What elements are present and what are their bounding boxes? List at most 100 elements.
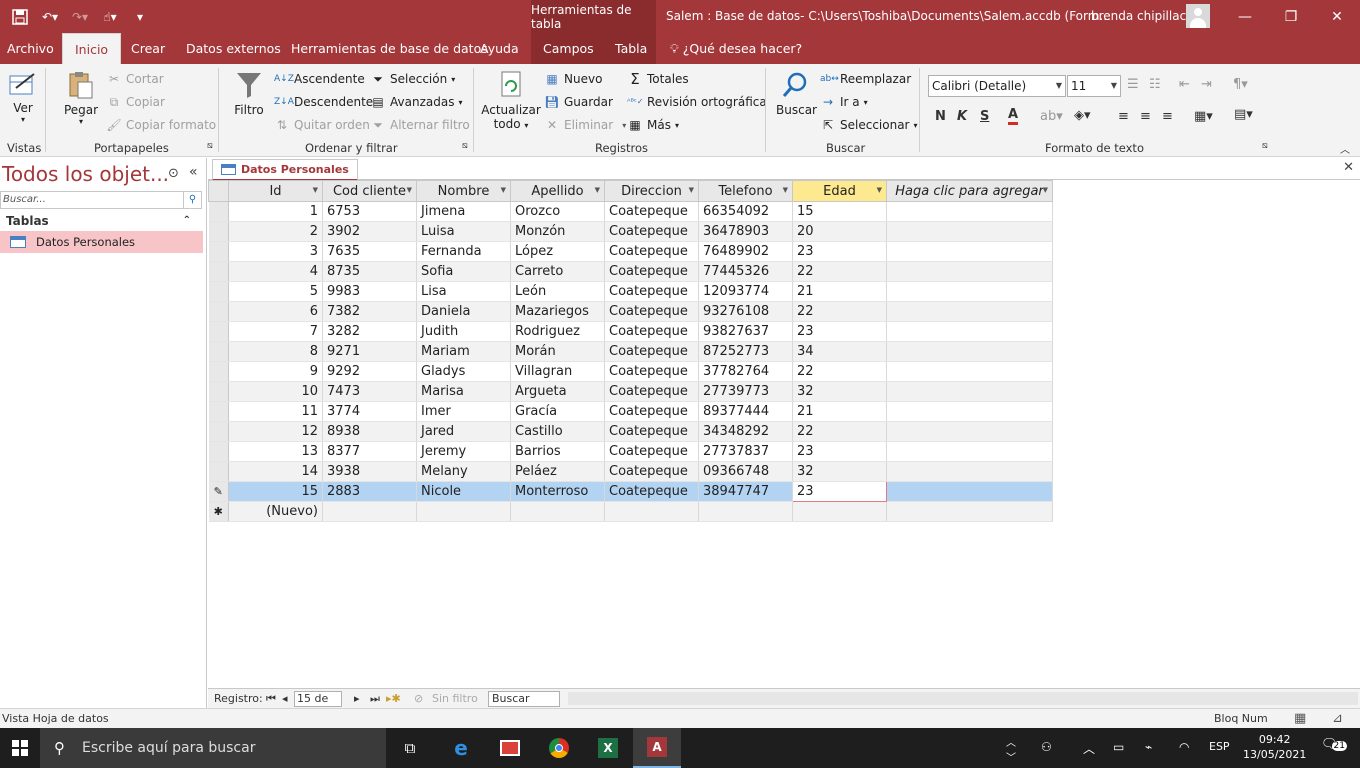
cell-cod-cliente[interactable]: 8938 bbox=[322, 421, 417, 442]
cell-telefono[interactable]: 09366748 bbox=[698, 461, 793, 482]
filter-status[interactable]: Sin filtro bbox=[432, 692, 478, 705]
next-record-icon[interactable]: ▸ bbox=[354, 692, 360, 705]
cell-edad[interactable]: 32 bbox=[792, 461, 887, 482]
cell-cod-cliente[interactable]: 3902 bbox=[322, 221, 417, 242]
cell-direccion[interactable]: Coatepeque bbox=[604, 401, 699, 422]
cell-telefono[interactable]: 36478903 bbox=[698, 221, 793, 242]
cell-edad[interactable]: 22 bbox=[792, 301, 887, 322]
cell-apellido[interactable]: Morán bbox=[510, 341, 605, 362]
cell-add-field[interactable] bbox=[886, 221, 1053, 242]
new-row-asterisk-icon[interactable]: ✱ bbox=[208, 501, 229, 522]
cell-edad[interactable]: 22 bbox=[792, 421, 887, 442]
cell-direccion[interactable]: Coatepeque bbox=[604, 281, 699, 302]
descendente-button[interactable]: Z↓A Descendente bbox=[274, 94, 373, 110]
cell-add-field[interactable] bbox=[886, 381, 1053, 402]
cell-cod-cliente[interactable]: 3282 bbox=[322, 321, 417, 342]
wifi-icon[interactable]: ◠ bbox=[1179, 740, 1189, 754]
tab-crear[interactable]: Crear bbox=[131, 33, 165, 64]
tab-ayuda[interactable]: Ayuda bbox=[480, 33, 519, 64]
column-header-cod-cliente[interactable]: Cod cliente ▼ bbox=[322, 180, 417, 202]
cell-cod-cliente[interactable]: 7635 bbox=[322, 241, 417, 262]
cell-edad[interactable]: 23 bbox=[792, 241, 887, 262]
news-app-icon[interactable] bbox=[486, 728, 534, 768]
row-selector[interactable] bbox=[208, 461, 229, 482]
cell-telefono[interactable]: 38947747 bbox=[698, 481, 793, 502]
sort-arrow-icon[interactable]: ▼ bbox=[877, 186, 882, 194]
cell-apellido[interactable]: Carreto bbox=[510, 261, 605, 282]
cell-nombre[interactable]: Fernanda bbox=[416, 241, 511, 262]
column-header-telefono[interactable]: Telefono ▼ bbox=[698, 180, 793, 202]
cell-add-field[interactable] bbox=[886, 201, 1053, 222]
cell-edad[interactable]: 32 bbox=[792, 381, 887, 402]
horizontal-scrollbar[interactable] bbox=[568, 692, 1358, 705]
copiar-formato-button[interactable]: 🖌︎ Copiar formato bbox=[106, 117, 216, 133]
cell-id[interactable]: 13 bbox=[228, 441, 323, 462]
cell-direccion[interactable]: Coatepeque bbox=[604, 261, 699, 282]
cell-direccion[interactable]: Coatepeque bbox=[604, 421, 699, 442]
bullets-icon[interactable]: ☰ bbox=[1127, 77, 1139, 92]
seleccionar-button[interactable]: ⇱ Seleccionar ▾ bbox=[820, 117, 918, 133]
table-row[interactable]: 13 8377 Jeremy Barrios Coatepeque 27737837 23 bbox=[208, 441, 1053, 462]
pegar-button[interactable]: Pegar ▾ bbox=[62, 70, 100, 126]
minimize-button[interactable]: — bbox=[1222, 0, 1268, 33]
cell-telefono[interactable]: 34348292 bbox=[698, 421, 793, 442]
row-selector[interactable] bbox=[208, 441, 229, 462]
cell-id[interactable]: 5 bbox=[228, 281, 323, 302]
table-row[interactable]: 14 3938 Melany Peláez Coatepeque 09366748 32 bbox=[208, 461, 1053, 482]
tell-me-box[interactable]: 💡︎ ¿Qué desea hacer? bbox=[670, 33, 802, 64]
cell-direccion[interactable]: Coatepeque bbox=[604, 461, 699, 482]
font-color-icon[interactable]: A bbox=[1008, 108, 1019, 125]
cell-id[interactable]: 3 bbox=[228, 241, 323, 262]
cell-telefono[interactable]: 93276108 bbox=[698, 301, 793, 322]
tab-campos[interactable]: Campos bbox=[543, 33, 594, 64]
sort-arrow-icon[interactable]: ▼ bbox=[689, 186, 694, 194]
cell-id[interactable]: 7 bbox=[228, 321, 323, 342]
new-row-cell[interactable] bbox=[604, 501, 699, 522]
cell-telefono[interactable]: 77445326 bbox=[698, 261, 793, 282]
cell-add-field[interactable] bbox=[886, 341, 1053, 362]
cell-nombre[interactable]: Jeremy bbox=[416, 441, 511, 462]
increase-indent-icon[interactable]: ⇥ bbox=[1201, 77, 1212, 92]
ver-button[interactable]: Ver ▾ bbox=[6, 70, 40, 124]
row-selector[interactable] bbox=[208, 341, 229, 362]
cell-id[interactable]: 1 bbox=[228, 201, 323, 222]
cell-cod-cliente[interactable]: 8735 bbox=[322, 261, 417, 282]
cell-apellido[interactable]: Mazariegos bbox=[510, 301, 605, 322]
tab-archivo[interactable]: Archivo bbox=[7, 33, 54, 64]
chevron-down-icon[interactable]: ⊙ bbox=[168, 166, 179, 181]
new-row-label[interactable]: (Nuevo) bbox=[228, 501, 323, 522]
nav-title[interactable]: Todos los objet... bbox=[2, 162, 169, 186]
cell-telefono[interactable]: 93827637 bbox=[698, 321, 793, 342]
avatar[interactable] bbox=[1186, 4, 1210, 28]
chevron-up-icon[interactable]: ︿ bbox=[1083, 740, 1095, 757]
last-record-icon[interactable]: ⏭ bbox=[370, 692, 380, 706]
cell-apellido[interactable]: Gracía bbox=[510, 401, 605, 422]
cell-add-field[interactable] bbox=[886, 321, 1053, 342]
cell-nombre[interactable]: Imer bbox=[416, 401, 511, 422]
new-row-cell[interactable] bbox=[322, 501, 417, 522]
cell-add-field[interactable] bbox=[886, 421, 1053, 442]
cell-nombre[interactable]: Jimena bbox=[416, 201, 511, 222]
network-icon[interactable]: ⌁ bbox=[1145, 740, 1152, 754]
avanzadas-button[interactable]: ▤ Avanzadas ▾ bbox=[370, 94, 462, 110]
sort-arrow-icon[interactable]: ▼ bbox=[1043, 186, 1048, 194]
new-row-cell[interactable] bbox=[886, 501, 1053, 522]
undo-icon[interactable]: ↶▾ bbox=[38, 6, 62, 28]
totales-button[interactable]: Σ Totales bbox=[627, 71, 688, 87]
alternar-filtro-button[interactable]: ⏷ Alternar filtro bbox=[370, 117, 469, 133]
sort-arrow-icon[interactable]: ▼ bbox=[595, 186, 600, 194]
row-selector[interactable] bbox=[208, 381, 229, 402]
column-header-edad[interactable]: Edad ▼ bbox=[792, 180, 887, 202]
people-icon[interactable]: ⚇ bbox=[1041, 740, 1052, 754]
record-search-input[interactable]: Buscar bbox=[488, 691, 560, 707]
new-record-nav-icon[interactable]: ▸✱ bbox=[386, 692, 401, 705]
close-button[interactable]: ✕ bbox=[1314, 0, 1360, 33]
fill-color-icon[interactable]: ◈▾ bbox=[1074, 108, 1091, 123]
cell-telefono[interactable]: 89377444 bbox=[698, 401, 793, 422]
dialog-launcher-icon[interactable]: ⧅ bbox=[207, 141, 213, 151]
cell-apellido[interactable]: López bbox=[510, 241, 605, 262]
table-row[interactable]: 8 9271 Mariam Morán Coatepeque 87252773 34 bbox=[208, 341, 1053, 362]
guardar-button[interactable]: 💾︎ Guardar bbox=[544, 94, 613, 110]
sort-arrow-icon[interactable]: ▼ bbox=[783, 186, 788, 194]
cell-nombre[interactable]: Marisa bbox=[416, 381, 511, 402]
